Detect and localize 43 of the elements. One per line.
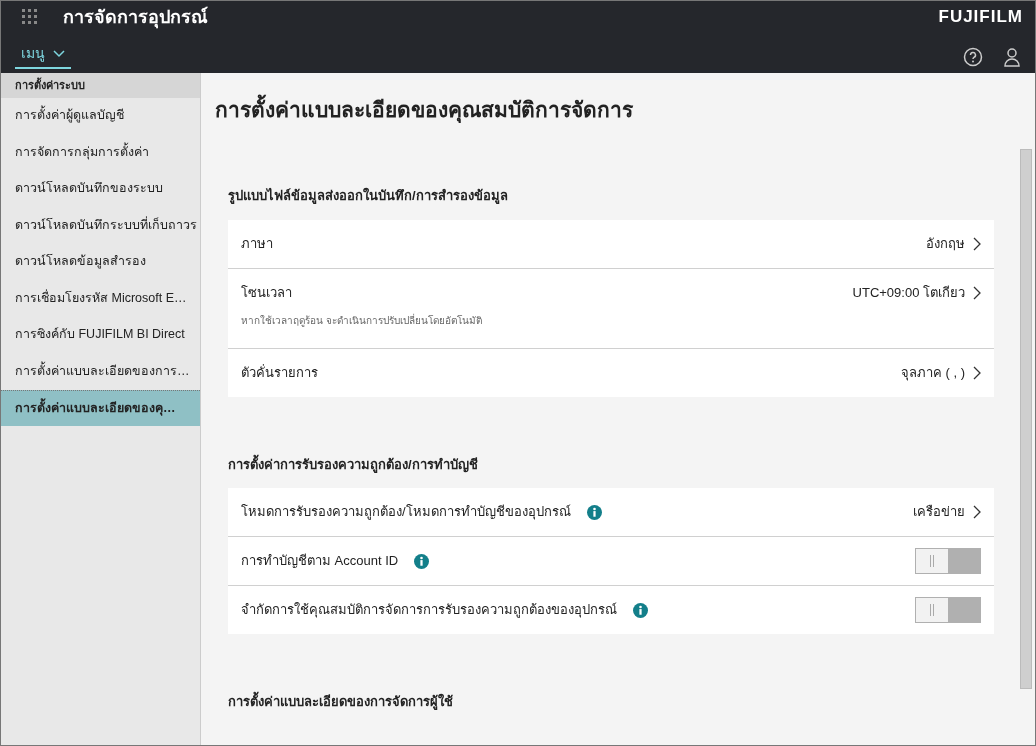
app-title: การจัดการอุปกรณ์ xyxy=(63,5,208,31)
help-icon xyxy=(963,47,983,67)
setting-value-link[interactable]: UTC+09:00 โตเกียว xyxy=(852,282,981,303)
sidebar-item[interactable]: การตั้งค่าแบบละเอียดของการ… xyxy=(1,353,200,390)
menu-tab[interactable]: เมนู xyxy=(15,39,71,69)
user-icon xyxy=(1003,47,1021,67)
sidebar-group-label: การตั้งค่าระบบ xyxy=(1,73,200,98)
user-button[interactable] xyxy=(1001,45,1023,69)
chevron-right-icon xyxy=(973,365,981,380)
sidebar-item[interactable]: การซิงค์กับ FUJIFILM BI Direct xyxy=(1,316,200,353)
help-button[interactable] xyxy=(961,45,985,69)
sidebar-item[interactable]: การจัดการกลุ่มการตั้งค่า xyxy=(1,134,200,171)
brand-logo: FUJIFILM xyxy=(938,6,1023,29)
sidebar-item[interactable]: ดาวน์โหลดบันทึกระบบที่เก็บถาวร xyxy=(1,207,200,244)
section-heading: รูปแบบไฟล์ข้อมูลส่งออกในบันทึก/การสำรองข้อมูล xyxy=(228,186,509,206)
setting-value-link[interactable]: อังกฤษ xyxy=(926,233,981,254)
setting-note: หากใช้เวลาฤดูร้อน จะดำเนินการปรับเปลี่ยนโดยอัตโนมัติ xyxy=(241,312,483,329)
scrollbar[interactable] xyxy=(1020,149,1032,689)
setting-label: ภาษา xyxy=(241,234,273,253)
setting-value-link[interactable]: เครือข่าย xyxy=(913,502,981,522)
sidebar-item[interactable]: การเชื่อมโยงรหัส Microsoft E… xyxy=(1,280,200,317)
sidebar-item[interactable]: การตั้งค่าแบบละเอียดของคุ… xyxy=(1,389,200,426)
setting-label: จำกัดการใช้คุณสมบัติการจัดการการรับรองความถูกต้องของอุปกรณ์ xyxy=(241,601,617,620)
chevron-right-icon xyxy=(973,505,981,520)
sidebar-item[interactable]: ดาวน์โหลดบันทึกของระบบ xyxy=(1,170,200,207)
section-heading: การตั้งค่าแบบละเอียดของการจัดการผู้ใช้ xyxy=(228,692,994,712)
info-icon[interactable] xyxy=(633,602,648,618)
sidebar-item[interactable]: ดาวน์โหลดข้อมูลสำรอง xyxy=(1,243,200,280)
section-heading: การตั้งค่าการรับรองความถูกต้อง/การทำบัญชี xyxy=(228,454,479,475)
toggle-switch[interactable] xyxy=(915,548,981,575)
setting-label: ตัวคั่นรายการ xyxy=(241,363,318,382)
app-grid-icon[interactable] xyxy=(21,8,39,26)
setting-value-link[interactable]: จุลภาค ( , ) xyxy=(900,362,981,383)
chevron-right-icon xyxy=(973,285,981,300)
info-icon[interactable] xyxy=(414,553,430,569)
setting-label: โซนเวลา xyxy=(241,283,292,302)
chevron-right-icon xyxy=(973,236,981,251)
sidebar-item[interactable]: การตั้งค่าผู้ดูแลบัญชี xyxy=(1,97,200,134)
toggle-switch[interactable] xyxy=(915,597,981,624)
chevron-down-icon xyxy=(53,49,65,58)
setting-label: โหมดการรับรองความถูกต้อง/โหมดการทำบัญชีของอุปกรณ์ xyxy=(241,503,571,522)
info-icon[interactable] xyxy=(586,504,602,520)
setting-label: การทำบัญชีตาม Account ID xyxy=(241,552,399,571)
